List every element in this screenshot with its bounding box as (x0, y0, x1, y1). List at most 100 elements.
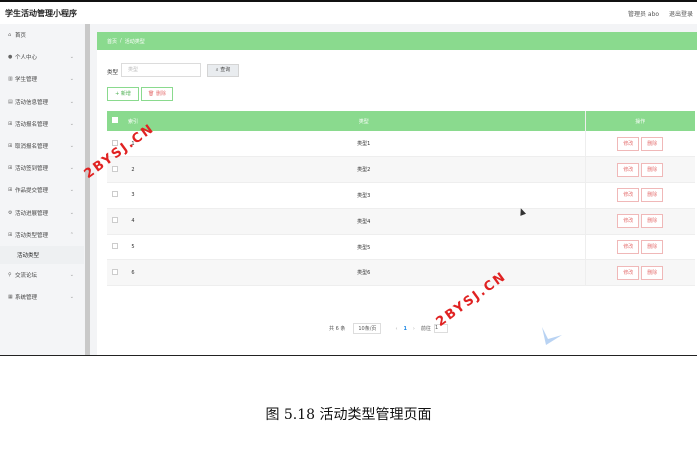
delete-button[interactable]: 删除 (641, 214, 664, 229)
bulk-delete-button[interactable]: 🗑 删除 (141, 87, 173, 101)
chevron-down-icon: ⌄ (69, 271, 74, 278)
table-row: 1 类型1 修改 删除 (107, 131, 695, 158)
home-icon: ⌂ (8, 32, 12, 39)
sidebar-item-submissions[interactable]: ⊞ 作品提交管理 ⌄ (0, 179, 84, 201)
data-table: 索引 类型 操作 1 类型1 修改 删除 2 类型2 修改 删除 3 类型3 修… (107, 111, 695, 287)
delete-button[interactable]: 删除 (641, 162, 664, 177)
header-actions: 管理员 abo 退出登录 (620, 9, 693, 18)
sidebar-item-label: 首页 (15, 33, 27, 40)
search-input[interactable]: 类型 (121, 63, 201, 77)
edit-button[interactable]: 修改 (617, 162, 640, 177)
actions-cell: 修改 删除 (584, 156, 695, 184)
add-button[interactable]: + 新增 (107, 87, 139, 101)
delete-button[interactable]: 删除 (641, 136, 664, 151)
sidebar-item-activity-info[interactable]: ▤ 活动信息管理 ⌄ (0, 91, 84, 113)
table-row: 2 类型2 修改 删除 (107, 156, 695, 184)
sidebar-item-label: 交流论坛 (15, 272, 38, 279)
sidebar-item-registration[interactable]: ⊞ 活动报名管理 ⌄ (0, 113, 84, 135)
sidebar-item-progress[interactable]: ⚙ 活动进展管理 ⌄ (0, 202, 84, 224)
prev-page-button[interactable]: ‹ (395, 326, 397, 332)
delete-button[interactable]: 删除 (641, 240, 664, 255)
actions-cell: 修改 删除 (584, 259, 695, 287)
sidebar-item-label: 作品提交管理 (15, 188, 49, 195)
actions-cell: 修改 删除 (584, 234, 695, 261)
chevron-down-icon: ⌄ (69, 76, 74, 83)
sidebar-item-label: 取消报名管理 (15, 144, 49, 151)
chevron-down-icon: ⌄ (69, 98, 74, 105)
chevron-down-icon: ⌄ (69, 54, 74, 61)
grid-icon: ⊞ (8, 143, 13, 150)
row-checkbox[interactable] (112, 217, 118, 224)
sidebar-subitem-activity-type[interactable]: 活动类型 (0, 245, 84, 264)
sidebar-item-label: 个人中心 (15, 55, 38, 62)
add-button-label: 新增 (120, 91, 131, 97)
row-checkbox[interactable] (112, 268, 118, 275)
bulk-delete-label: 删除 (155, 91, 166, 97)
row-checkbox[interactable] (112, 165, 118, 172)
index-cell: 6 (123, 259, 143, 287)
row-select-cell[interactable] (107, 234, 123, 261)
table-row: 4 类型4 修改 删除 (107, 208, 695, 235)
sidebar-item-students[interactable]: ▥ 学生管理 ⌄ (0, 68, 84, 90)
sidebar-item-label: 学生管理 (15, 77, 38, 84)
delete-button[interactable]: 删除 (641, 188, 664, 203)
sidebar-item-label: 系统管理 (15, 295, 38, 302)
edit-button[interactable]: 修改 (617, 188, 640, 203)
sidebar-item-system[interactable]: ▦ 系统管理 ⌄ (0, 286, 84, 308)
row-select-cell[interactable] (107, 208, 123, 235)
actions-cell: 修改 删除 (584, 208, 695, 235)
query-button[interactable]: ⌕ 查询 (207, 64, 239, 77)
next-page-button[interactable]: › (413, 326, 415, 332)
search-label: 类型 (107, 70, 119, 76)
sidebar-item-label: 活动信息管理 (15, 99, 49, 106)
edit-button[interactable]: 修改 (617, 136, 640, 151)
column-header-type[interactable]: 类型 (143, 111, 585, 131)
row-checkbox[interactable] (112, 243, 118, 250)
plus-icon: + (115, 91, 120, 97)
row-select-cell[interactable] (107, 182, 123, 209)
app-title: 学生活动管理小程序 (5, 9, 77, 18)
user-icon: ● (8, 54, 13, 61)
top-header: 学生活动管理小程序 管理员 abo 退出登录 (0, 2, 697, 24)
page-number[interactable]: 1 (403, 326, 406, 332)
chevron-down-icon: ⌄ (69, 294, 74, 301)
pin-icon: ⚲ (8, 271, 12, 278)
select-all-cell[interactable] (107, 111, 123, 131)
chevron-down-icon: ⌄ (69, 120, 74, 127)
type-cell: 类型2 (143, 156, 585, 184)
query-button-label: 查询 (220, 67, 231, 73)
page-size-select[interactable]: 10条/页 (353, 323, 382, 334)
index-cell: 5 (123, 234, 143, 261)
row-checkbox[interactable] (112, 191, 118, 198)
sidebar-item-activity-types[interactable]: ⊞ 活动类型管理 ⌃ (0, 224, 84, 246)
sidebar-scrollbar[interactable] (85, 24, 90, 355)
type-cell: 类型5 (143, 234, 585, 261)
sidebar-item-label: 活动签到管理 (15, 166, 49, 173)
edit-button[interactable]: 修改 (617, 240, 640, 255)
breadcrumb-home[interactable]: 首页 (107, 38, 117, 45)
type-cell: 类型1 (143, 131, 585, 158)
chevron-down-icon: ⌄ (69, 209, 74, 216)
trash-icon: 🗑 (148, 91, 155, 97)
building-icon: ▥ (8, 76, 13, 83)
chevron-up-icon: ⌃ (69, 231, 74, 238)
chevron-down-icon: ⌄ (69, 165, 74, 172)
index-cell: 2 (123, 156, 143, 184)
main-content: 首页 / 活动类型 类型 类型 ⌕ 查询 + 新增 🗑 删除 索引 类型 操作 (97, 32, 697, 355)
app-window: 学生活动管理小程序 管理员 abo 退出登录 ⌂ 首页 ● 个人中心 ⌄ ▥ 学… (0, 2, 697, 356)
sidebar-item-profile[interactable]: ● 个人中心 ⌄ (0, 46, 84, 68)
edit-button[interactable]: 修改 (617, 214, 640, 229)
select-all-checkbox[interactable] (112, 117, 118, 123)
sidebar-item-checkin[interactable]: ⊞ 活动签到管理 ⌄ (0, 157, 84, 179)
row-select-cell[interactable] (107, 259, 123, 287)
index-cell: 3 (123, 182, 143, 209)
gear-icon: ⚙ (8, 209, 13, 216)
sidebar-item-label: 活动进展管理 (15, 210, 49, 217)
sidebar-item-home[interactable]: ⌂ 首页 (0, 24, 84, 46)
delete-button[interactable]: 删除 (641, 265, 664, 280)
sidebar-item-cancel-registration[interactable]: ⊞ 取消报名管理 ⌄ (0, 135, 84, 157)
grid-icon: ⊞ (8, 187, 13, 194)
edit-button[interactable]: 修改 (617, 265, 640, 280)
sidebar-item-forum[interactable]: ⚲ 交流论坛 ⌄ (0, 264, 84, 286)
logout-link[interactable]: 退出登录 (669, 11, 693, 18)
